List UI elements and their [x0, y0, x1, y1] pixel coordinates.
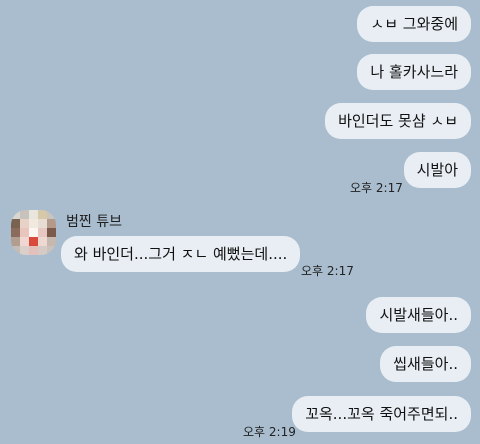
contact-avatar[interactable] [11, 210, 56, 255]
avatar-pixel [38, 210, 47, 219]
avatar-pixel [20, 219, 29, 228]
avatar-pixel [11, 210, 20, 219]
message-timestamp: 오후 2:19 [243, 425, 296, 439]
message-bubble-incoming[interactable]: 와 바인더...그거 ㅈㄴ 예뻤는데.... [61, 236, 301, 272]
avatar-pixel [29, 219, 38, 228]
message-bubble-7[interactable]: 꼬옥...꼬옥 죽어주면되.. [292, 396, 471, 432]
avatar-pixel [29, 246, 38, 255]
avatar-pixel [38, 219, 47, 228]
avatar-pixel [29, 237, 38, 246]
message-bubble-2[interactable]: 나 홀카사느라 [357, 54, 471, 90]
message-bubble-5[interactable]: 시발새들아.. [366, 297, 471, 333]
avatar-pixel [47, 237, 56, 246]
message-bubble-6[interactable]: 씹새들아.. [380, 346, 471, 382]
avatar-pixel [47, 210, 56, 219]
avatar-pixel [11, 246, 20, 255]
avatar-pixel [47, 228, 56, 237]
avatar-pixel [38, 246, 47, 255]
avatar-pixel [11, 237, 20, 246]
avatar-pixel [38, 237, 47, 246]
avatar-pixel [47, 246, 56, 255]
avatar-pixel [20, 237, 29, 246]
avatar-pixel [47, 219, 56, 228]
message-bubble-3[interactable]: 바인더도 못샴 ㅅㅂ [325, 103, 471, 139]
message-timestamp: 오후 2:17 [350, 181, 403, 195]
message-timestamp: 오후 2:17 [301, 264, 354, 278]
contact-name: 범찐 튜브 [66, 214, 122, 230]
avatar-pixel [11, 219, 20, 228]
message-bubble-4[interactable]: 시발아 [403, 152, 471, 188]
avatar-pixel [20, 210, 29, 219]
avatar-pixel [20, 228, 29, 237]
avatar-pixel [38, 228, 47, 237]
avatar-pixel [11, 228, 20, 237]
avatar-pixel [29, 228, 38, 237]
avatar-pixel [20, 246, 29, 255]
avatar-pixel [29, 210, 38, 219]
message-bubble-1[interactable]: ㅅㅂ 그와중에 [357, 6, 471, 42]
